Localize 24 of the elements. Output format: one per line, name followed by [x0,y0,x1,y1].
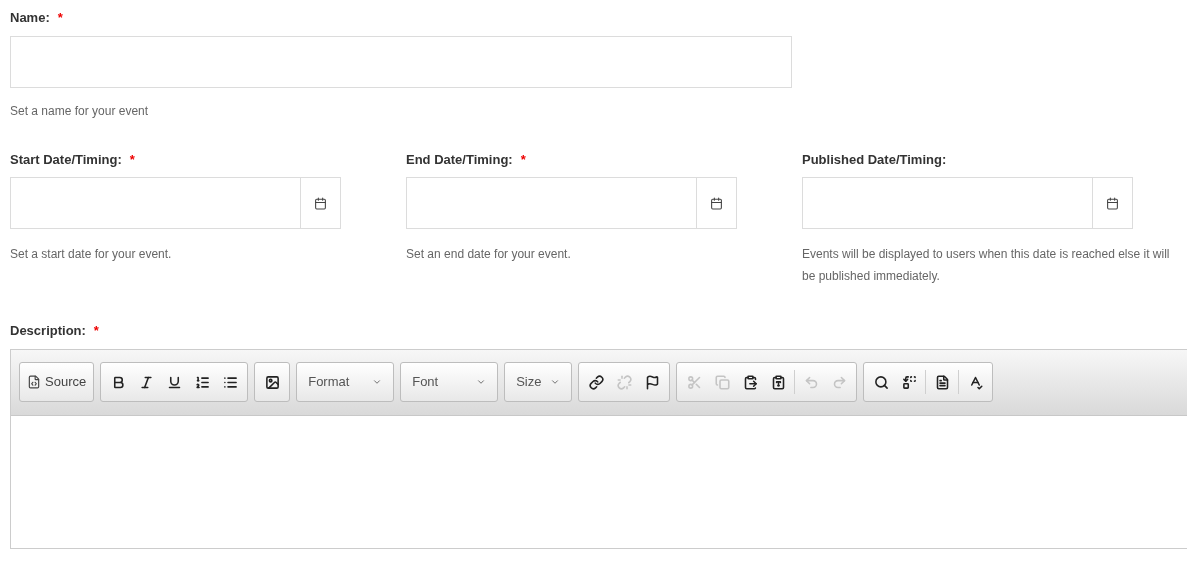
field-label: Name: [10,9,50,27]
required-mark: * [129,150,135,169]
calendar-icon[interactable] [710,196,723,210]
help-text: Set a start date for your event. [10,246,173,263]
name-field[interactable] [10,35,792,88]
field-label: End Date/Timing: [406,150,513,169]
caret-icon [372,377,383,387]
help-text: Events will be displayed to users when this date is reached else it will be published immediately. [802,246,1171,285]
required-mark: * [520,150,526,169]
caret-icon [550,377,561,387]
required-mark: * [93,322,99,340]
help-text: Set a name for your event [10,102,150,120]
required-mark: * [57,9,63,27]
date-field[interactable] [10,177,341,229]
field-label: Start Date/Timing: [10,150,122,169]
date-field[interactable] [802,177,1133,229]
field-label: Published Date/Timing: [802,150,947,169]
calendar-icon[interactable] [1106,196,1119,210]
date-field[interactable] [406,177,737,229]
caret-icon [476,377,487,387]
calendar-icon[interactable] [314,196,327,210]
source-icon [27,375,41,389]
help-text: Set an end date for your event. [406,246,572,263]
field-label: Description: [10,322,86,340]
